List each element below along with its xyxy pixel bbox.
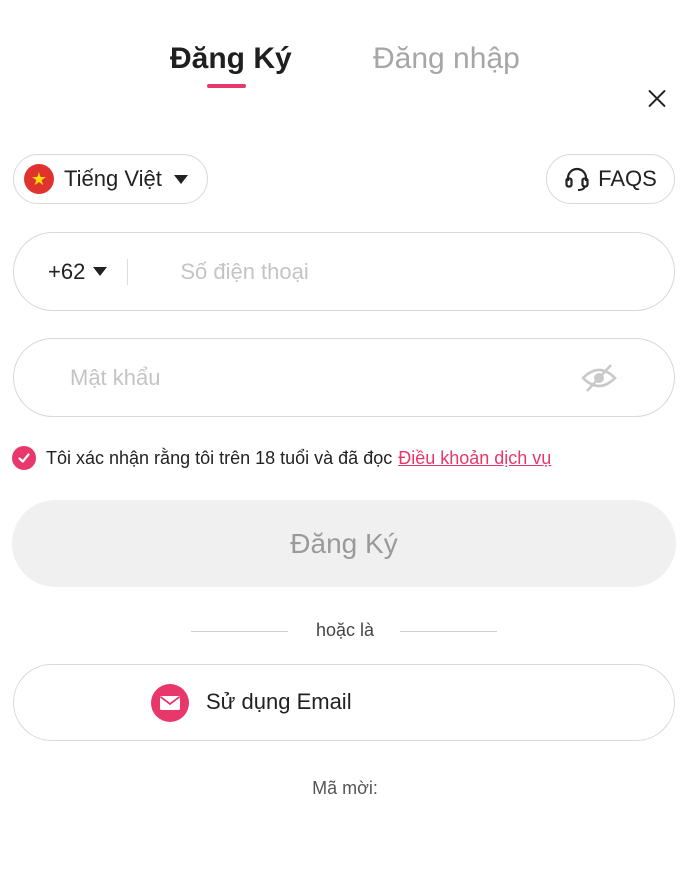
chevron-down-icon [93,267,108,276]
dial-code: +62 [48,258,86,284]
or-divider: hoặc là [0,620,690,644]
email-button-label: Sử dụng Email [206,689,352,714]
faq-button[interactable]: FAQS [546,154,675,204]
mail-icon [151,684,189,722]
invite-code-label[interactable]: Mã mời: [0,778,690,799]
agreement-row: Tôi xác nhận rằng tôi trên 18 tuổi và đã… [12,446,551,470]
dial-code-select[interactable]: +62 [48,258,108,285]
phone-input[interactable] [178,257,583,286]
divider-line-right [400,631,497,632]
tab-login[interactable]: Đăng nhập [373,42,520,76]
use-email-button[interactable]: Sử dụng Email [13,664,675,741]
headset-icon [565,167,589,191]
register-button[interactable]: Đăng Ký [12,500,676,587]
tab-register[interactable]: Đăng Ký [170,42,292,76]
language-select[interactable]: ★ Tiếng Việt [13,154,208,204]
faq-label: FAQS [598,166,657,191]
agree-checkbox[interactable] [12,446,36,470]
active-tab-indicator [207,84,246,88]
phone-field: +62 [13,232,675,311]
or-text: hoặc là [315,620,375,640]
vn-flag-icon: ★ [24,164,54,194]
close-button[interactable] [642,84,672,114]
language-label: Tiếng Việt [64,166,162,191]
password-field [13,338,675,417]
chevron-down-icon [173,174,188,184]
auth-tabs: Đăng Ký Đăng nhập [0,40,690,100]
field-divider [127,258,129,285]
eye-off-icon[interactable] [580,363,618,393]
check-icon [18,453,30,463]
password-input[interactable] [68,363,552,392]
agreement-text: Tôi xác nhận rằng tôi trên 18 tuổi và đã… [46,447,393,468]
terms-link[interactable]: Điều khoản dịch vụ [398,448,551,469]
